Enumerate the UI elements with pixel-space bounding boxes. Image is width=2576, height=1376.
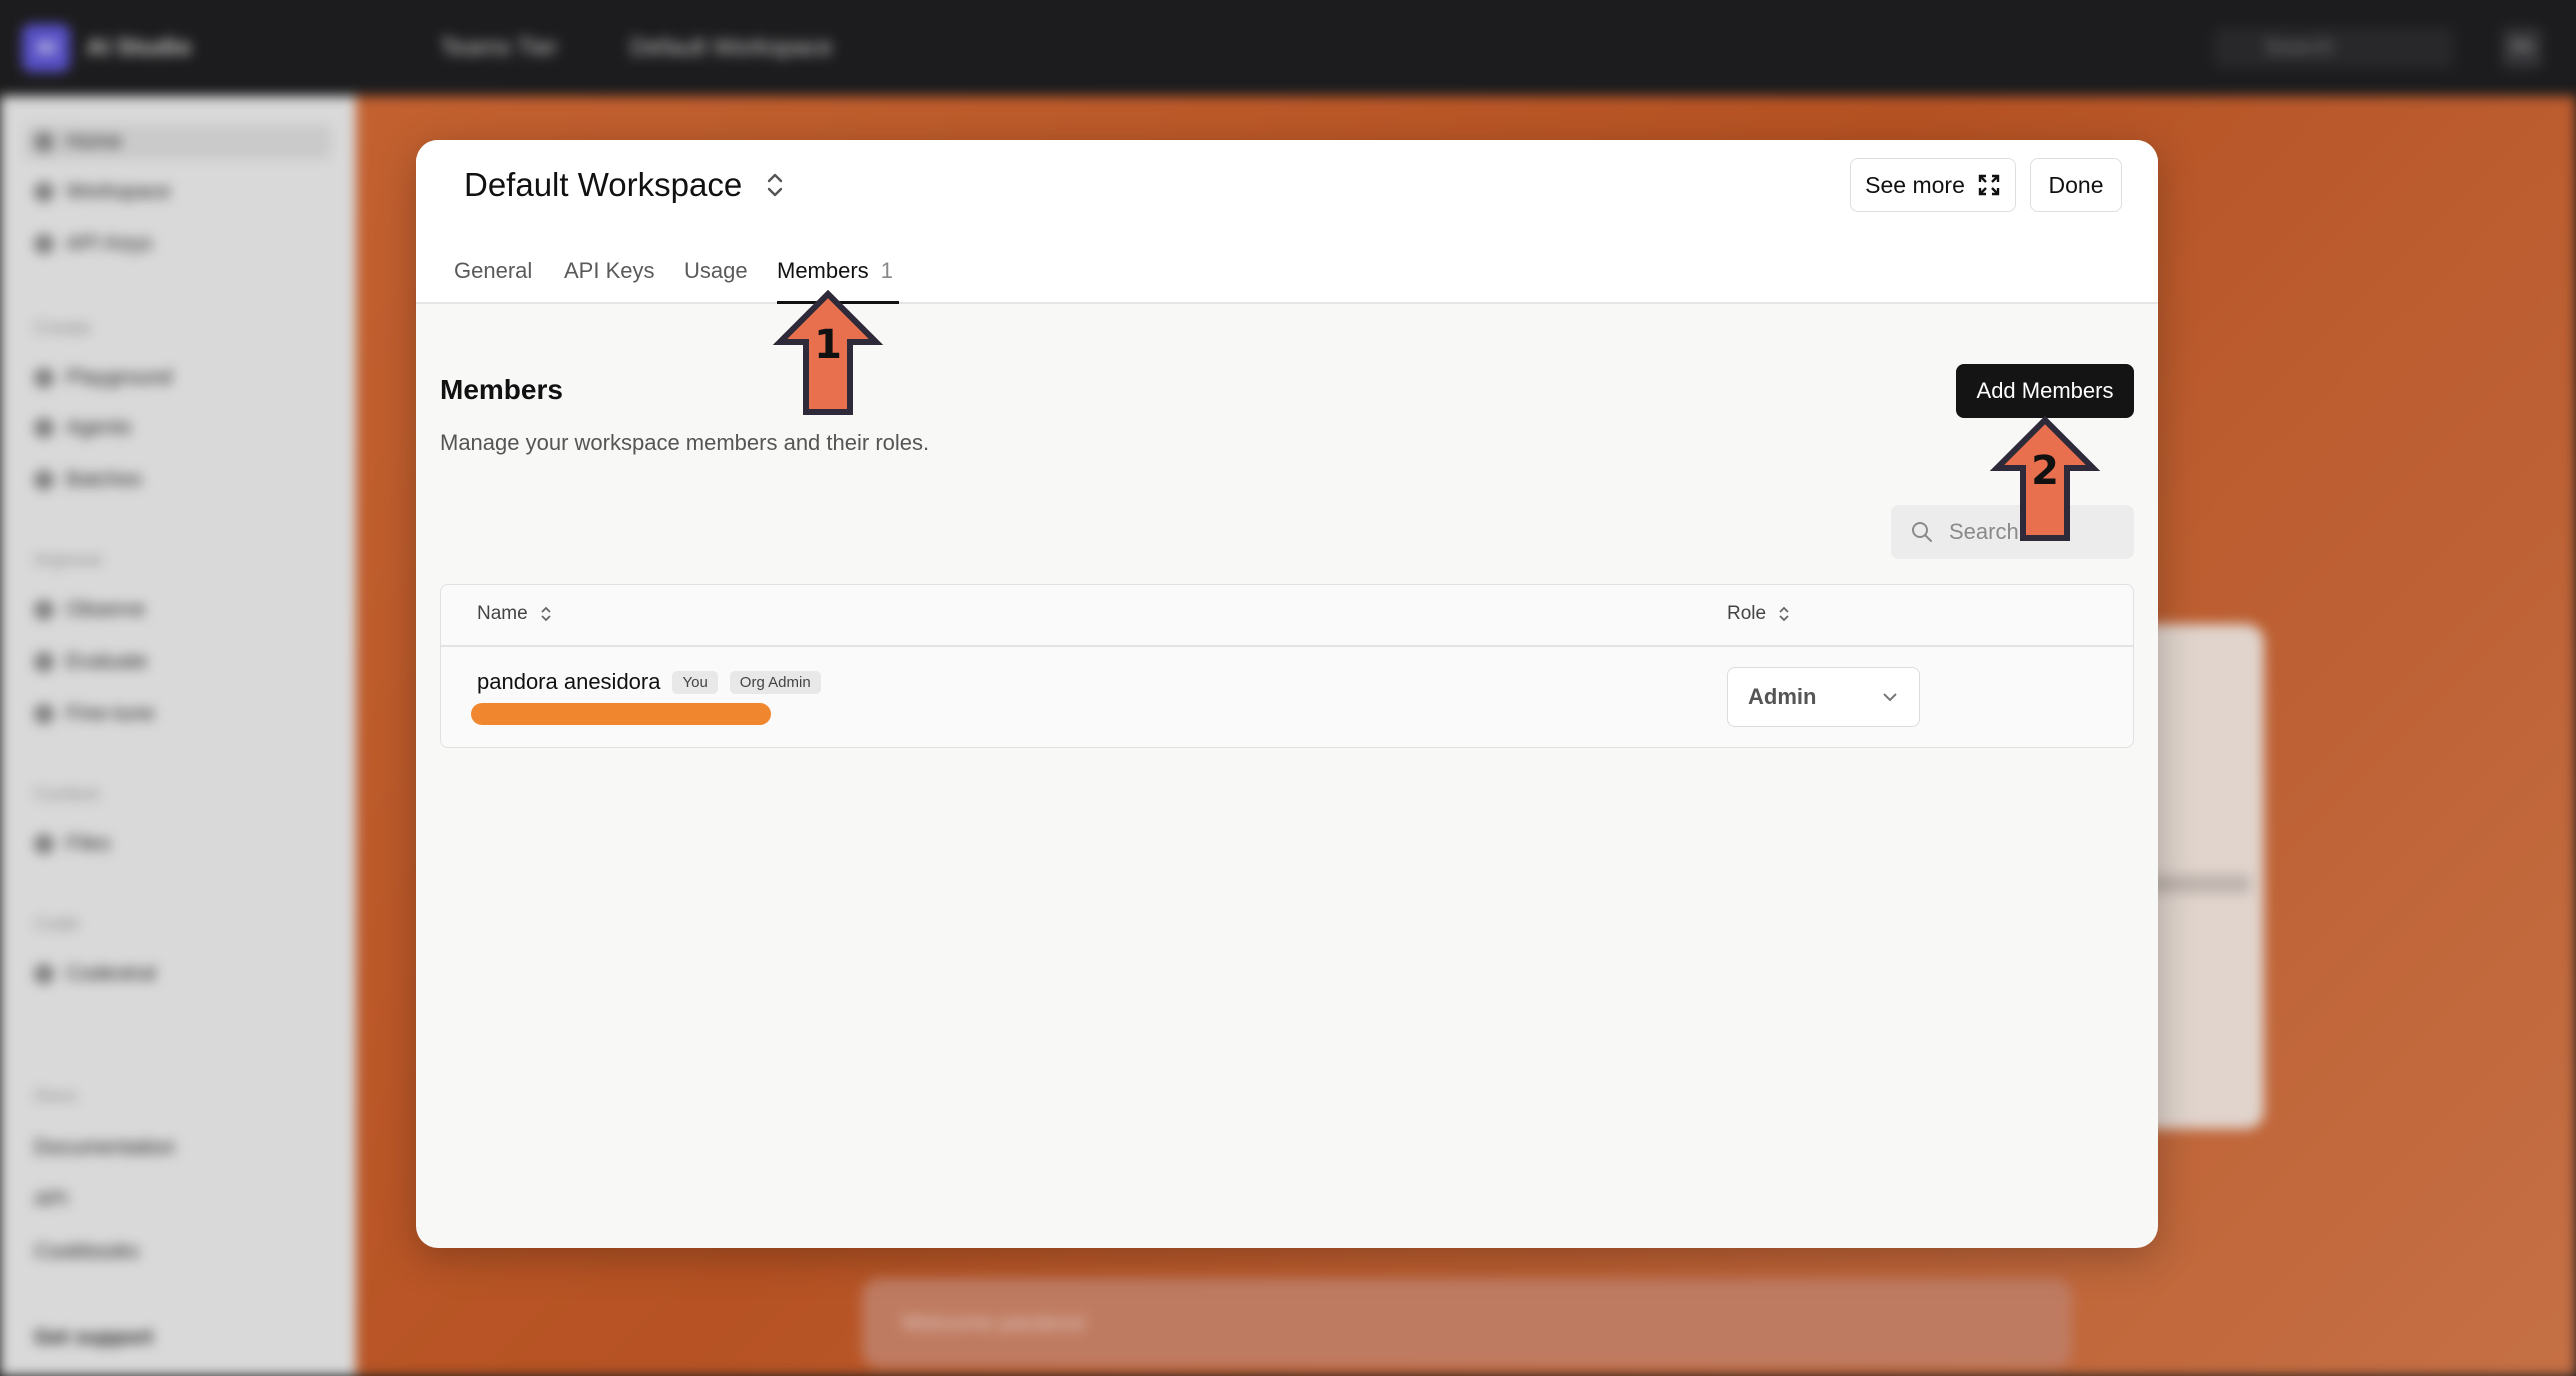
member-name: pandora anesidora: [477, 669, 661, 694]
marker-number-2: 2: [2031, 448, 2059, 494]
sort-icon: [1779, 606, 1789, 622]
marker-number-1: 1: [814, 322, 842, 368]
tab-usage[interactable]: Usage: [684, 252, 748, 302]
sort-icon: [541, 606, 551, 622]
role-value: Admin: [1748, 684, 1817, 709]
step-marker-2: 2: [1989, 416, 2101, 541]
column-header-name[interactable]: Name: [477, 603, 552, 625]
members-count: 1: [880, 258, 893, 283]
tab-general[interactable]: General: [454, 252, 532, 302]
members-table: Name Role pandora anesidora You Org Admi…: [440, 584, 2134, 748]
see-more-button[interactable]: See more: [1850, 158, 2016, 212]
table-header-divider: [441, 645, 2133, 647]
section-title: Members: [440, 374, 563, 405]
workspace-switcher[interactable]: Default Workspace: [464, 166, 786, 204]
you-badge: You: [672, 670, 718, 694]
done-button[interactable]: Done: [2030, 158, 2122, 212]
role-select[interactable]: Admin: [1727, 667, 1920, 727]
section-description: Manage your workspace members and their …: [440, 430, 930, 455]
see-more-label: See more: [1865, 171, 1965, 198]
workspace-title: Default Workspace: [464, 166, 743, 203]
chevron-up-down-icon: [767, 173, 783, 197]
column-header-role[interactable]: Role: [1727, 603, 1790, 625]
workspace-modal: Default Workspace See more Done General …: [416, 140, 2158, 1248]
modal-header: Default Workspace See more Done General …: [416, 140, 2158, 304]
expand-icon: [1978, 174, 2000, 196]
org-admin-badge: Org Admin: [729, 670, 821, 694]
member-name-cell: pandora anesidora You Org Admin: [477, 669, 821, 695]
search-icon: [1912, 522, 1932, 542]
add-members-button[interactable]: Add Members: [1956, 364, 2134, 418]
step-marker-1: 1: [772, 290, 884, 415]
tab-api-keys[interactable]: API Keys: [564, 252, 654, 302]
chevron-down-icon: [1883, 693, 1897, 702]
redacted-email: [471, 703, 771, 725]
